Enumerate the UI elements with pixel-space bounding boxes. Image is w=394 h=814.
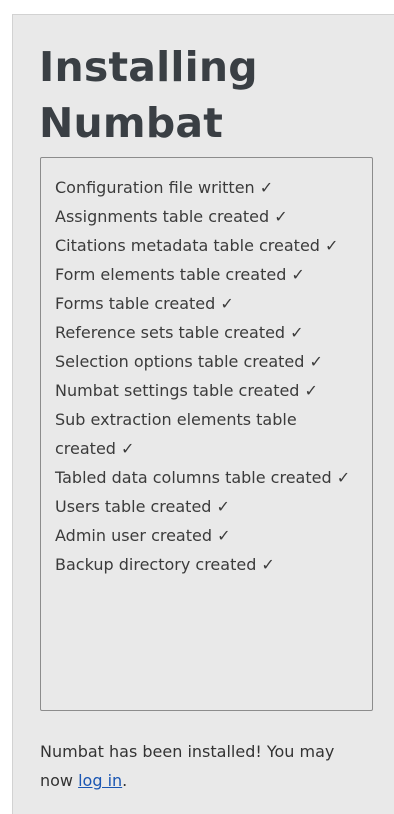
page-title: Installing Numbat (39, 43, 258, 147)
install-panel: Installing Numbat Configuration file wri… (12, 14, 394, 814)
log-item: Configuration file written ✓ (55, 178, 274, 197)
log-item: Backup directory created ✓ (55, 555, 275, 574)
log-item: Sub extraction elements table created ✓ (55, 410, 297, 458)
install-log-box: Configuration file written ✓ Assignments… (40, 157, 373, 711)
log-item: Admin user created ✓ (55, 526, 231, 545)
log-item: Users table created ✓ (55, 497, 230, 516)
login-link[interactable]: log in (78, 771, 122, 790)
log-item: Tabled data columns table created ✓ (55, 468, 351, 487)
log-item: Citations metadata table created ✓ (55, 236, 339, 255)
install-log-list: Configuration file written ✓ Assignments… (55, 173, 360, 579)
log-item: Form elements table created ✓ (55, 265, 305, 284)
install-complete-message: Numbat has been installed! You may now l… (40, 737, 360, 795)
log-item: Assignments table created ✓ (55, 207, 288, 226)
log-item: Forms table created ✓ (55, 294, 234, 313)
log-item: Numbat settings table created ✓ (55, 381, 318, 400)
log-item: Reference sets table created ✓ (55, 323, 304, 342)
log-item: Selection options table created ✓ (55, 352, 323, 371)
install-complete-punctuation: . (122, 771, 128, 790)
